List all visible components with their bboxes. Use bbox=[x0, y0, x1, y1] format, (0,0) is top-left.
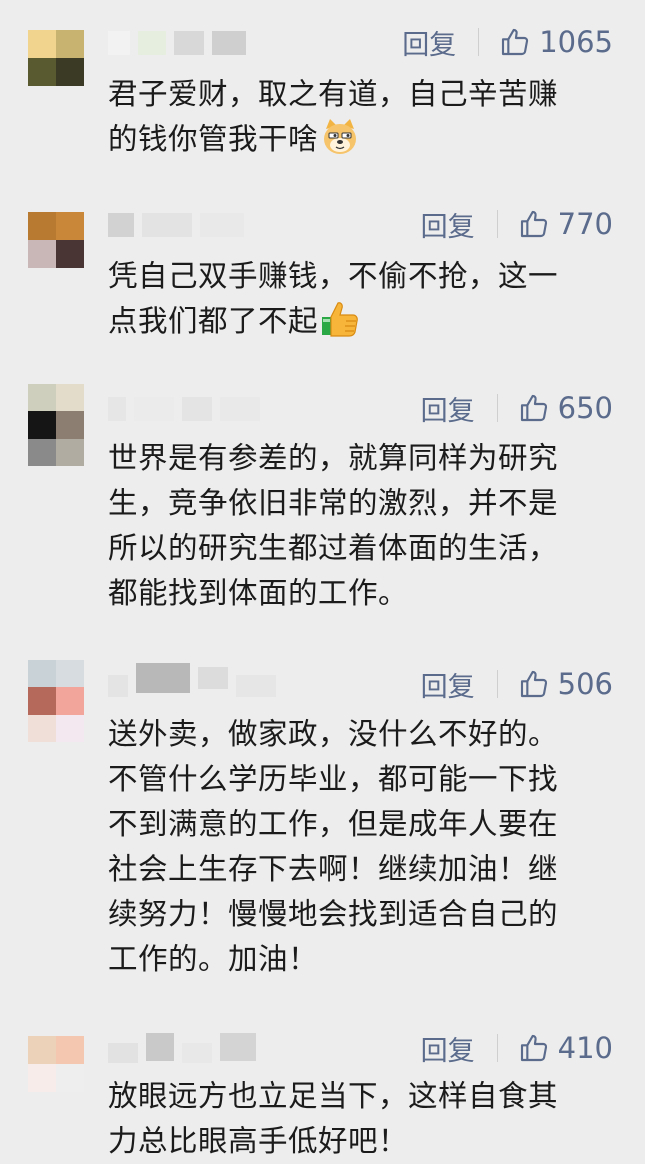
avatar-pixel bbox=[56, 1064, 84, 1092]
thumbs-up-icon[interactable] bbox=[518, 1032, 550, 1064]
avatar[interactable] bbox=[28, 384, 84, 466]
avatar-pixel bbox=[28, 212, 56, 240]
avatar-pixel bbox=[56, 660, 84, 688]
comment-text: 送外卖，做家政，没什么不好的。 不管什么学历毕业，都可能一下找 不到满意的工作，… bbox=[108, 717, 559, 976]
avatar-pixel bbox=[56, 1036, 84, 1064]
avatar-pixel bbox=[56, 240, 84, 268]
thumbs-up-icon[interactable] bbox=[518, 208, 550, 240]
avatar[interactable] bbox=[28, 212, 84, 268]
comment-text: 世界是有参差的，就算同样为研究 生，竞争依旧非常的激烈，并不是 所以的研究生都过… bbox=[108, 441, 559, 610]
avatar-pixel bbox=[28, 714, 56, 742]
avatar-pixel bbox=[56, 58, 84, 86]
like-count: 410 bbox=[557, 1031, 613, 1065]
avatar-pixel bbox=[28, 1064, 56, 1092]
like-count: 770 bbox=[557, 207, 613, 241]
blurred-username[interactable] bbox=[108, 210, 308, 240]
avatar-pixel bbox=[56, 212, 84, 240]
avatar-pixel bbox=[28, 58, 56, 86]
avatar-pixel bbox=[56, 384, 84, 412]
divider bbox=[496, 1034, 498, 1062]
avatar[interactable] bbox=[28, 30, 84, 86]
reply-button[interactable]: 回复 bbox=[421, 665, 475, 704]
comment-text: 凭自己双手赚钱，不偷不抢，这一 点我们都了不起 bbox=[108, 254, 613, 352]
blurred-username[interactable] bbox=[108, 658, 308, 698]
avatar-pixel bbox=[28, 240, 56, 268]
dog-emoji-icon bbox=[320, 117, 360, 170]
like-count: 650 bbox=[557, 391, 613, 425]
divider bbox=[496, 210, 498, 238]
avatar-pixel bbox=[28, 438, 56, 466]
avatar-pixel bbox=[28, 384, 56, 412]
thumbs-up-icon[interactable] bbox=[518, 668, 550, 700]
avatar-pixel bbox=[56, 714, 84, 742]
blurred-username[interactable] bbox=[108, 394, 308, 424]
thumbs-up-icon[interactable] bbox=[499, 26, 531, 58]
avatar-pixel bbox=[56, 438, 84, 466]
divider bbox=[496, 670, 498, 698]
avatar-pixel bbox=[28, 30, 56, 58]
avatar-pixel bbox=[56, 30, 84, 58]
avatar-pixel bbox=[28, 411, 56, 439]
avatar-pixel bbox=[28, 687, 56, 715]
blurred-username[interactable] bbox=[108, 1030, 308, 1064]
like-count: 1065 bbox=[539, 25, 613, 59]
avatar-pixel bbox=[28, 1036, 56, 1064]
reply-button[interactable]: 回复 bbox=[421, 205, 475, 244]
avatar-pixel bbox=[28, 660, 56, 688]
divider bbox=[478, 28, 480, 56]
blurred-username[interactable] bbox=[108, 28, 308, 58]
thumbs-up-icon[interactable] bbox=[518, 392, 550, 424]
avatar[interactable] bbox=[28, 660, 84, 742]
avatar-pixel bbox=[56, 411, 84, 439]
reply-button[interactable]: 回复 bbox=[421, 389, 475, 428]
like-count: 506 bbox=[557, 667, 613, 701]
comment-text: 君子爱财，取之有道，自己辛苦赚 的钱你管我干啥 bbox=[108, 72, 613, 170]
comment-text: 放眼远方也立足当下，这样自食其 力总比眼高手低好吧！ bbox=[108, 1079, 559, 1158]
reply-button[interactable]: 回复 bbox=[421, 1029, 475, 1068]
avatar[interactable] bbox=[28, 1036, 84, 1092]
thumbs-up-emoji-icon bbox=[320, 299, 360, 352]
divider bbox=[496, 394, 498, 422]
reply-button[interactable]: 回复 bbox=[402, 23, 456, 62]
avatar-pixel bbox=[56, 687, 84, 715]
